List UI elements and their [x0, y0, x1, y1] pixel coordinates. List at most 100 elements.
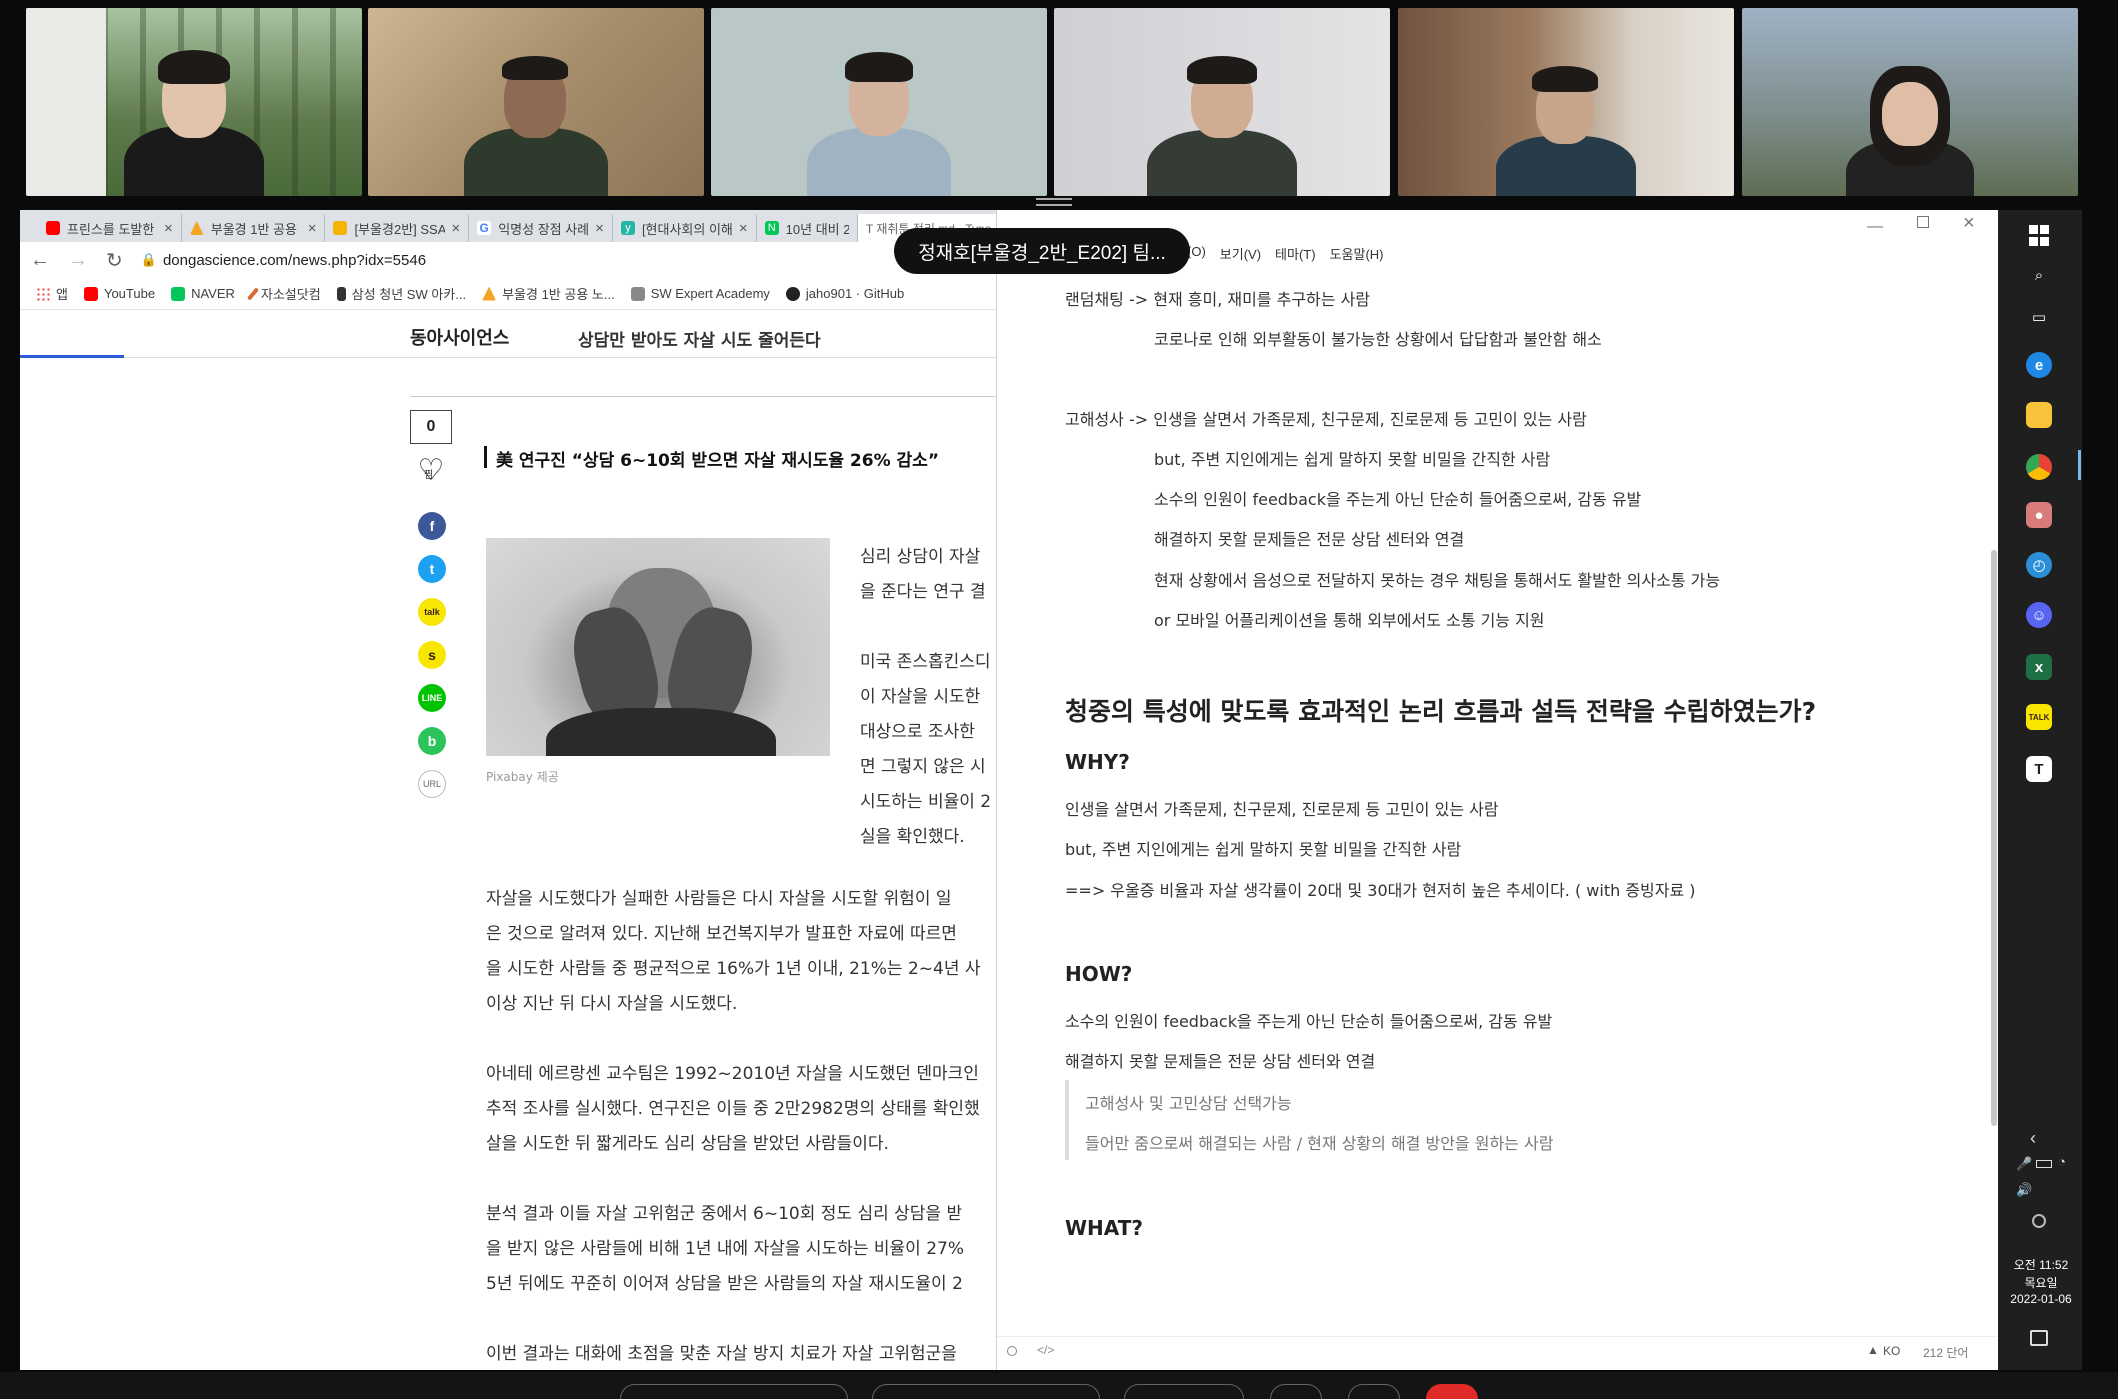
kakaotalk-icon[interactable]: TALK: [2026, 704, 2052, 730]
doc-line-7: 현재 상황에서 음성으로 전달하지 못하는 경우 채팅을 통해서도 활발한 의사…: [1154, 571, 1721, 590]
control-button-5[interactable]: [1348, 1384, 1400, 1399]
doc-line-13: 해결하지 못할 문제들은 전문 상담 센터와 연결: [1065, 1052, 1376, 1071]
header-article-title: 상담만 받아도 자살 시도 줄어든다: [578, 331, 821, 351]
kakaotalk-share-icon[interactable]: talk: [418, 598, 446, 626]
forward-arrow-icon[interactable]: →: [68, 249, 88, 272]
share-resize-handle[interactable]: [1036, 198, 1072, 206]
notification-center-icon[interactable]: [2030, 1330, 2048, 1346]
participant-video-1[interactable]: [26, 8, 362, 196]
browser-tab-2[interactable]: 부울경 1반 공용 ×: [182, 214, 326, 242]
url-field[interactable]: dongascience.com/news.php?idx=5546: [163, 252, 426, 269]
menu-view[interactable]: 보기(V): [1220, 244, 1261, 263]
bookmark-apps[interactable]: 앱: [36, 284, 68, 303]
browser-tab-4[interactable]: G 익명성 장점 사례 ×: [469, 214, 613, 242]
y-site-icon: y: [620, 221, 635, 235]
bookmark-youtube[interactable]: YouTube: [83, 286, 155, 301]
editor-scrollbar[interactable]: [1991, 550, 1997, 1126]
battery-icon[interactable]: [2036, 1160, 2052, 1168]
doc-line-8: or 모바일 어플리케이션을 통해 외부에서도 소통 기능 지원: [1154, 611, 1545, 630]
like-count: 0: [426, 418, 436, 435]
typora-icon[interactable]: T: [2026, 756, 2052, 782]
back-arrow-icon[interactable]: ←: [30, 249, 50, 272]
tab-close-icon[interactable]: ×: [739, 220, 748, 237]
typora-window: — × (O) 보기(V) 테마(T) 도움말(H) 랜덤채팅 -> 현재 흥미…: [996, 210, 1998, 1370]
doc-line-3: 고해성사 -> 인생을 살면서 가족문제, 친구문제, 진로문제 등 고민이 있…: [1065, 410, 1587, 429]
windows-start-icon[interactable]: [2028, 224, 2050, 246]
clock-date[interactable]: 2022-01-06: [2006, 1292, 2076, 1306]
window-minimize-button[interactable]: —: [1867, 218, 1883, 236]
bookmark-jasoseol[interactable]: 자소설닷컴: [246, 284, 321, 303]
edge-icon[interactable]: e: [2026, 352, 2052, 378]
tab-close-icon[interactable]: ×: [451, 220, 460, 237]
swea-icon: [630, 286, 645, 301]
mic-icon[interactable]: 🎤: [2016, 1156, 2032, 1172]
article-body: 자살을 시도했다가 실패한 사람들은 다시 자살을 시도할 위험이 일 은 것으…: [486, 889, 981, 1364]
language-indicator[interactable]: KO: [1883, 1344, 1900, 1358]
browser-tab-1[interactable]: 프린스를 도발한 ×: [38, 214, 182, 242]
doc-line-2: 코로나로 인해 외부활동이 불가능한 상황에서 답답함과 불안함 해소: [1154, 330, 1602, 349]
tab-close-icon[interactable]: ×: [164, 220, 173, 237]
facebook-share-icon[interactable]: f: [418, 512, 446, 540]
browser-tab-5[interactable]: y [현대사회의 이해 ×: [613, 214, 757, 242]
band-share-icon[interactable]: b: [418, 727, 446, 755]
menu-theme[interactable]: 테마(T): [1275, 244, 1316, 263]
search-icon[interactable]: ⌕: [2026, 262, 2052, 288]
participant-video-4[interactable]: [1054, 8, 1390, 196]
apps-grid-icon: [36, 286, 50, 301]
doc-line-4: but, 주변 지인에게는 쉽게 말하지 못할 비밀을 간직한 사람: [1154, 450, 1551, 469]
menu-help[interactable]: 도움말(H): [1330, 244, 1384, 263]
lock-icon[interactable]: 🔒: [141, 252, 157, 268]
leave-button[interactable]: [1426, 1384, 1478, 1399]
article-headline: 美 연구진 “상담 6~10회 받으면 자살 재시도율 26% 감소”: [496, 451, 939, 471]
window-maximize-button[interactable]: [1917, 216, 1929, 228]
kakaostory-share-icon[interactable]: s: [418, 641, 446, 669]
window-close-button[interactable]: ×: [1963, 212, 1975, 235]
show-hidden-icons-icon[interactable]: ‹: [2030, 1128, 2036, 1149]
reload-icon[interactable]: ↻: [106, 248, 123, 273]
outline-toggle-icon[interactable]: [1007, 1346, 1017, 1356]
bookmark-ssafy[interactable]: 삼성 청년 SW 아카...: [336, 284, 466, 303]
file-explorer-icon[interactable]: [2026, 402, 2052, 428]
control-button-4[interactable]: [1270, 1384, 1322, 1399]
chrome-icon[interactable]: [2026, 454, 2052, 480]
doc-line-1: 랜덤채팅 -> 현재 흥미, 재미를 추구하는 사람: [1065, 290, 1371, 309]
tab-close-icon[interactable]: ×: [308, 220, 317, 237]
wifi-icon[interactable]: ◔: [2058, 1154, 2066, 1169]
source-mode-icon[interactable]: </>: [1037, 1343, 1054, 1357]
excel-icon[interactable]: x: [2026, 654, 2052, 680]
warning-icon[interactable]: ▲: [1867, 1343, 1879, 1357]
url-copy-button[interactable]: URL: [418, 770, 446, 798]
participant-video-2[interactable]: [368, 8, 704, 196]
twitter-share-icon[interactable]: t: [418, 555, 446, 583]
control-button-2[interactable]: [872, 1384, 1100, 1399]
line-share-icon[interactable]: LINE: [418, 684, 446, 712]
participant-video-5[interactable]: [1398, 8, 1734, 196]
zoom-meeting-window: 프린스를 도발한 × 부울경 1반 공용 × [부울경2반] SSAF × G 익명성 …: [0, 0, 2118, 1399]
participant-video-6[interactable]: [1742, 8, 2078, 196]
clock-time[interactable]: 오전 11:52: [2006, 1256, 2076, 1273]
reading-progress-bar: [20, 355, 124, 358]
browser-tab-3[interactable]: [부울경2반] SSAF ×: [325, 214, 470, 242]
bookmark-naver[interactable]: NAVER: [171, 286, 235, 301]
site-logo[interactable]: 동아사이언스: [410, 324, 509, 350]
bookmark-swea[interactable]: SW Expert Academy: [630, 286, 770, 301]
clock-app-icon[interactable]: ◴: [2026, 552, 2052, 578]
app-icon[interactable]: ●: [2026, 502, 2052, 528]
tab-close-icon[interactable]: ×: [595, 220, 604, 237]
discord-icon[interactable]: ☺: [2026, 602, 2052, 628]
control-button-1[interactable]: [620, 1384, 848, 1399]
browser-tab-6[interactable]: N10년 대비 201: [757, 214, 858, 242]
typora-statusbar: </> ▲ KO 212 단어: [997, 1336, 1997, 1370]
task-view-icon[interactable]: ▭: [2026, 304, 2052, 330]
bookmark-shared-notes[interactable]: 부울경 1반 공용 노...: [482, 284, 615, 303]
volume-icon[interactable]: 🔊: [2016, 1182, 2032, 1198]
word-count[interactable]: 212 단어: [1923, 1344, 1968, 1361]
clock-weekday[interactable]: 목요일: [2006, 1274, 2076, 1291]
bookmark-github[interactable]: jaho901 · GitHub: [785, 286, 904, 301]
article-photo: [486, 538, 830, 756]
focus-assist-icon[interactable]: [2032, 1214, 2046, 1228]
participant-video-3[interactable]: [711, 8, 1047, 196]
ssafy-icon: [336, 286, 346, 301]
control-button-3[interactable]: [1124, 1384, 1244, 1399]
drive-icon: [482, 286, 497, 301]
